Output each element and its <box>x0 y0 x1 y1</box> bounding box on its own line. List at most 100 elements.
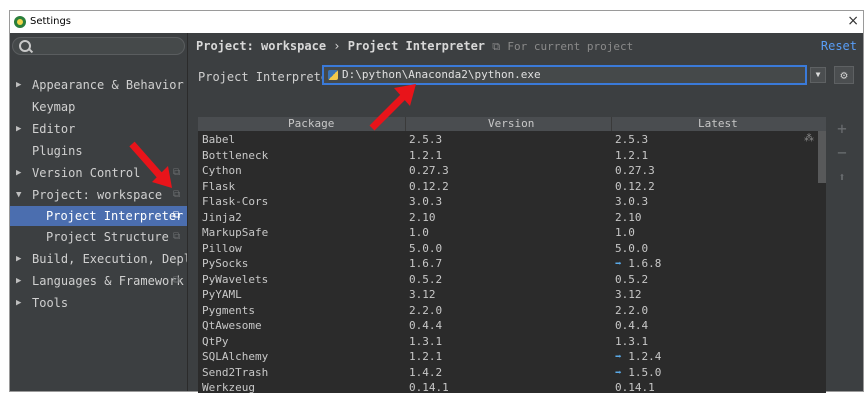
interpreter-label: Project Interpreter: <box>198 70 343 84</box>
latest-version-text: 2.5.3 <box>615 133 649 146</box>
chevron-down-icon: ▼ <box>815 70 821 79</box>
table-scrollbar[interactable] <box>818 131 826 183</box>
table-row[interactable]: QtPy 1.3.1 1.3.1 <box>198 334 818 349</box>
package-name: Pygments <box>202 303 255 317</box>
table-row[interactable]: Send2Trash 1.4.2 ➡ 1.5.0 <box>198 365 818 380</box>
title-bar: Settings × <box>10 11 863 33</box>
package-name: QtAwesome <box>202 319 262 332</box>
chevron-right-icon[interactable]: ▶ <box>16 293 21 313</box>
table-row[interactable]: Pygments 2.2.0 2.2.0 <box>198 303 818 318</box>
chevron-right-icon[interactable]: ▶ <box>16 163 21 183</box>
table-row[interactable]: PySocks 1.6.7 ➡ 1.6.8 <box>198 256 818 271</box>
interpreter-settings-button[interactable]: ⚙ <box>834 66 854 84</box>
latest-version-text: 1.2.1 <box>615 148 649 162</box>
package-name: Werkzeug <box>202 381 255 393</box>
settings-sidebar: ▶ Appearance & Behavior Keymap ▶ Editor Plugi… <box>10 33 188 391</box>
add-package-button[interactable]: + <box>834 121 850 137</box>
package-latest: 0.14.1 <box>615 380 655 393</box>
table-row[interactable]: PyYAML 3.12 3.12 <box>198 287 818 302</box>
package-name: Flask-Cors <box>202 195 269 208</box>
sidebar-item[interactable]: ▶ Languages & Framework ⧉ <box>10 271 187 291</box>
column-header-package[interactable]: Package <box>288 117 334 131</box>
sidebar-item[interactable]: ▶ Tools <box>10 293 187 313</box>
search-icon <box>19 40 31 52</box>
remove-package-button[interactable]: − <box>834 145 850 161</box>
copy-icon: ⧉ <box>173 210 181 221</box>
annotation-arrow-interpreter <box>369 84 416 131</box>
sidebar-item-label: Project Structure <box>46 230 169 244</box>
table-row[interactable]: Babel 2.5.3 2.5.3 <box>198 132 818 147</box>
chevron-down-icon[interactable]: ▼ <box>16 185 21 205</box>
sidebar-item[interactable]: ▶ Build, Execution, Deplo <box>10 249 187 269</box>
package-name: Babel <box>202 133 236 146</box>
breadcrumb-separator: › <box>333 39 341 53</box>
package-version: 0.14.1 <box>409 381 449 393</box>
sidebar-item[interactable]: Project Interpreter ⧉ <box>10 206 187 226</box>
package-latest: ➡ 1.6.8 <box>615 256 661 271</box>
package-name: Pillow <box>202 241 242 255</box>
package-version: 1.0 <box>409 226 429 239</box>
gear-icon: ⚙ <box>840 68 848 82</box>
loading-spinner-icon: ⁂ <box>804 133 814 144</box>
table-row[interactable]: Flask 0.12.2 0.12.2 <box>198 179 818 194</box>
table-row[interactable]: Cython 0.27.3 0.27.3 <box>198 163 818 178</box>
copy-icon: ⧉ <box>173 275 181 286</box>
interpreter-path: D:\python\Anaconda2\python.exe <box>342 68 541 81</box>
latest-version-text: 0.14.1 <box>615 381 655 393</box>
package-version: 3.12 <box>409 288 436 301</box>
package-name: Bottleneck <box>202 148 269 162</box>
package-version: 1.6.7 <box>409 257 443 270</box>
table-row[interactable]: MarkupSafe 1.0 1.0 <box>198 225 818 240</box>
column-header-version[interactable]: Version <box>488 117 534 131</box>
package-latest: 0.5.2 <box>615 272 648 287</box>
package-latest: 2.2.0 <box>615 303 648 318</box>
package-toolbar: + − ⬆ <box>828 117 856 393</box>
package-name: Flask <box>202 179 236 193</box>
upgrade-package-button[interactable]: ⬆ <box>834 169 850 185</box>
sidebar-item-label: Version Control <box>32 166 141 180</box>
package-version: 0.4.4 <box>409 319 443 332</box>
copy-icon: ⧉ <box>173 231 181 242</box>
package-name: SQLAlchemy <box>202 350 269 363</box>
package-name: Send2Trash <box>202 365 269 379</box>
package-name: PySocks <box>202 257 249 270</box>
reset-link[interactable]: Reset <box>821 39 857 53</box>
window-title: Settings <box>30 16 72 27</box>
package-version: 3.0.3 <box>409 195 443 208</box>
sidebar-item-label: Keymap <box>32 100 76 114</box>
sidebar-item-label: Languages & Framework <box>32 274 184 288</box>
table-row[interactable]: QtAwesome 0.4.4 0.4.4 <box>198 318 818 333</box>
package-latest: 0.27.3 <box>615 163 655 178</box>
package-latest: ➡ 1.5.0 <box>615 365 661 380</box>
table-row[interactable]: Jinja2 2.10 2.10 <box>198 210 818 225</box>
package-version: 5.0.0 <box>409 241 443 255</box>
sidebar-item-label: Editor <box>32 122 76 136</box>
table-row[interactable]: Flask-Cors 3.0.3 3.0.3 <box>198 194 818 209</box>
package-name: Cython <box>202 164 242 177</box>
sidebar-item[interactable]: Project Structure ⧉ <box>10 227 187 247</box>
sidebar-item[interactable]: ▶ Appearance & Behavior <box>10 75 187 95</box>
chevron-right-icon[interactable]: ▶ <box>16 249 21 269</box>
breadcrumb-page: Project Interpreter <box>347 39 486 53</box>
table-row[interactable]: SQLAlchemy 1.2.1 ➡ 1.2.4 <box>198 349 818 364</box>
package-table: Package Version Latest Babel 2.5.3 2.5.3 Bo… <box>198 117 826 393</box>
search-input[interactable] <box>12 37 185 55</box>
column-header-latest[interactable]: Latest <box>698 117 738 131</box>
chevron-right-icon[interactable]: ▶ <box>16 271 21 291</box>
latest-version-text: 0.4.4 <box>615 319 649 332</box>
sidebar-item[interactable]: ▶ Editor <box>10 119 187 139</box>
main-panel: Project: workspace › Project Interpreter… <box>188 33 863 393</box>
latest-version-text: 0.27.3 <box>615 164 655 177</box>
close-button[interactable]: × <box>847 13 859 29</box>
interpreter-dropdown-button[interactable]: ▼ <box>810 67 826 83</box>
sidebar-item-label: Project Interpreter <box>46 209 184 223</box>
package-latest: 0.12.2 <box>615 179 655 194</box>
chevron-right-icon[interactable]: ▶ <box>16 75 21 95</box>
sidebar-item[interactable]: Keymap <box>10 97 187 117</box>
table-row[interactable]: PyWavelets 0.5.2 0.5.2 <box>198 272 818 287</box>
table-row[interactable]: Werkzeug 0.14.1 0.14.1 <box>198 380 818 393</box>
chevron-right-icon[interactable]: ▶ <box>16 119 21 139</box>
table-row[interactable]: Bottleneck 1.2.1 1.2.1 <box>198 148 818 163</box>
package-version: 0.12.2 <box>409 179 449 193</box>
table-row[interactable]: Pillow 5.0.0 5.0.0 <box>198 241 818 256</box>
